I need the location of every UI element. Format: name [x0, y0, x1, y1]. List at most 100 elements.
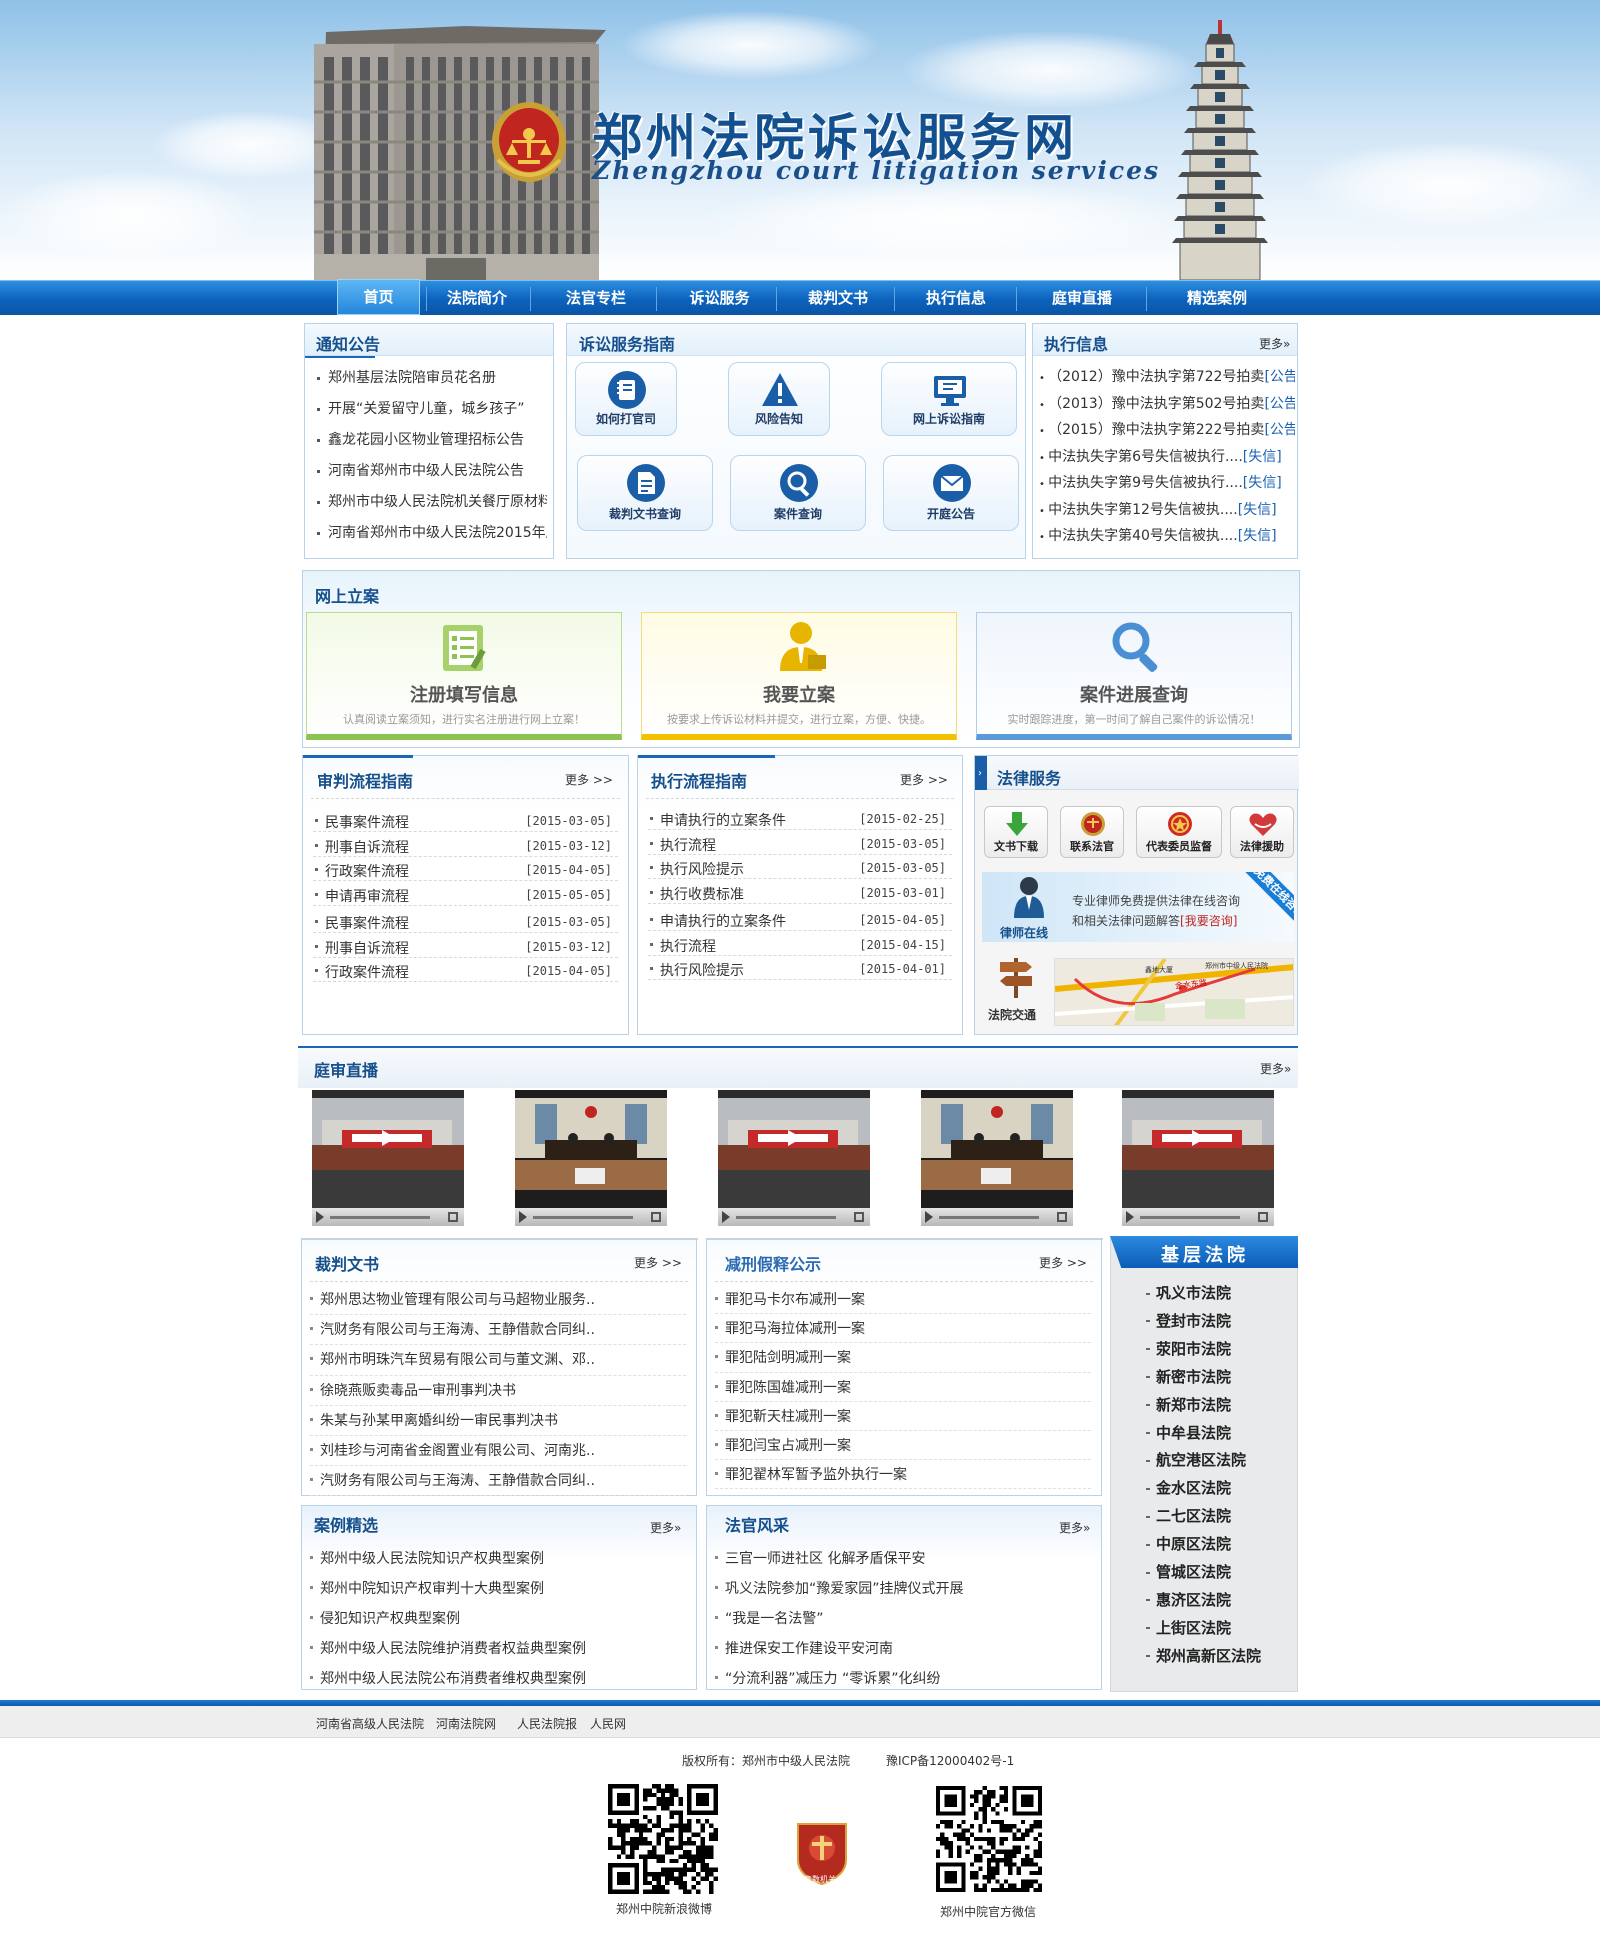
video-controls-bar[interactable]	[921, 1208, 1073, 1226]
list-item[interactable]: 郑州中级人民法院知识产权典型案例	[310, 1546, 686, 1574]
nav-item-execution[interactable]: 执行信息	[895, 281, 1017, 316]
list-item[interactable]: • 中法执失字第12号失信被执....[失信]	[1039, 499, 1295, 519]
judge-style-more-link[interactable]: 更多»	[1059, 1519, 1090, 1536]
exec-process-more-link[interactable]: 更多 >>	[900, 771, 948, 788]
list-item[interactable]: 执行流程 [2015-04-15]	[648, 932, 952, 956]
play-icon[interactable]	[1126, 1211, 1134, 1223]
footer-link[interactable]: 人民法院报	[517, 1715, 577, 1732]
footer-link[interactable]: 人民网	[590, 1715, 626, 1732]
judgment-search-button[interactable]: 裁判文书查询	[577, 455, 713, 531]
list-item[interactable]: 罪犯马海拉体减刑一案	[715, 1316, 1091, 1344]
list-item[interactable]: 徐晓燕贩卖毒品一审刑事判决书	[310, 1378, 686, 1406]
list-item[interactable]: 行政案件流程 [2015-04-05]	[313, 958, 618, 982]
list-item[interactable]: 郑州中级人民法院维护消费者权益典型案例	[310, 1636, 686, 1664]
base-court-item[interactable]: 荥阳市法院	[1146, 1338, 1231, 1359]
fullscreen-icon[interactable]	[448, 1212, 458, 1222]
base-court-item[interactable]: 中原区法院	[1146, 1533, 1231, 1554]
list-item[interactable]: 汽财务有限公司与王海涛、王静借款合同纠..	[310, 1317, 686, 1346]
cases-more-link[interactable]: 更多»	[650, 1519, 681, 1536]
list-item[interactable]: 鑫龙花园小区物业管理招标公告	[317, 429, 547, 449]
base-court-item[interactable]: 惠济区法院	[1146, 1589, 1231, 1610]
base-court-item[interactable]: 二七区法院	[1146, 1505, 1231, 1526]
list-item[interactable]: 罪犯靳天柱减刑一案	[715, 1404, 1091, 1431]
how-to-sue-button[interactable]: 如何打官司	[575, 362, 677, 436]
list-item[interactable]: 侵犯知识产权典型案例	[310, 1606, 686, 1634]
live-video-thumbnail[interactable]	[312, 1090, 464, 1226]
play-icon[interactable]	[925, 1211, 933, 1223]
consult-link[interactable]: [我要咨询]	[1180, 914, 1237, 928]
play-icon[interactable]	[519, 1211, 527, 1223]
play-icon[interactable]	[722, 1211, 730, 1223]
list-item[interactable]: 申请再审流程 [2015-05-05]	[313, 882, 618, 906]
case-progress-card[interactable]: 案件进展查询 实时跟踪进度，第一时间了解自己案件的诉讼情况！	[976, 612, 1292, 740]
list-item[interactable]: 朱某与孙某甲离婚纠纷一审民事判决书	[310, 1408, 686, 1436]
footer-link[interactable]: 河南省高级人民法院	[316, 1715, 424, 1732]
execution-info-more-link[interactable]: 更多»	[1259, 335, 1290, 352]
nav-item-judges[interactable]: 法官专栏	[531, 281, 661, 316]
fullscreen-icon[interactable]	[651, 1212, 661, 1222]
base-court-item[interactable]: 航空港区法院	[1146, 1449, 1246, 1470]
progress-track[interactable]	[533, 1216, 633, 1219]
list-item[interactable]: 罪犯陈国雄减刑一案	[715, 1375, 1091, 1402]
list-item[interactable]: 执行风险提示 [2015-04-01]	[648, 956, 952, 980]
trial-process-more-link[interactable]: 更多 >>	[565, 771, 613, 788]
nav-item-judgments[interactable]: 裁判文书	[777, 281, 899, 316]
live-more-link[interactable]: 更多»	[1260, 1060, 1291, 1077]
list-item[interactable]: 罪犯陆剑明减刑一案	[715, 1345, 1091, 1373]
list-item[interactable]: 河南省郑州市中级人民法院公告	[317, 460, 547, 480]
list-item[interactable]: 刑事自诉流程 [2015-03-12]	[313, 934, 618, 958]
list-item[interactable]: • （2013）豫中法执字第502号拍卖[公告]	[1039, 393, 1295, 413]
list-item[interactable]: • 中法执失字第40号失信被执....[失信]	[1039, 525, 1295, 545]
base-court-item[interactable]: 巩义市法院	[1146, 1282, 1231, 1303]
fullscreen-icon[interactable]	[854, 1212, 864, 1222]
list-item[interactable]: 郑州市中级人民法院机关餐厅原材料	[317, 491, 547, 511]
progress-track[interactable]	[939, 1216, 1039, 1219]
list-item[interactable]: 汽财务有限公司与王海涛、王静借款合同纠..	[310, 1468, 686, 1497]
base-court-item[interactable]: 郑州高新区法院	[1146, 1645, 1261, 1666]
nav-item-home[interactable]: 首页	[337, 279, 420, 315]
parole-more-link[interactable]: 更多 >>	[1039, 1254, 1087, 1271]
supervision-button[interactable]: 代表委员监督	[1136, 806, 1222, 858]
register-card[interactable]: 注册填写信息 认真阅读立案须知，进行实名注册进行网上立案！	[306, 612, 622, 740]
footer-link[interactable]: 河南法院网	[436, 1715, 496, 1732]
live-video-thumbnail[interactable]	[1122, 1090, 1274, 1226]
base-court-item[interactable]: 登封市法院	[1146, 1310, 1231, 1331]
list-item[interactable]: • （2015）豫中法执字第222号拍卖[公告]	[1039, 419, 1295, 439]
list-item[interactable]: 申请执行的立案条件 [2015-02-25]	[648, 806, 952, 830]
list-item[interactable]: 民事案件流程 [2015-03-05]	[313, 808, 618, 832]
video-controls-bar[interactable]	[312, 1208, 464, 1226]
list-item[interactable]: 三官一师进社区 化解矛盾保平安	[715, 1546, 1091, 1574]
list-item[interactable]: “分流利器”减压力 “零诉累”化纠纷	[715, 1666, 1091, 1694]
nav-item-about[interactable]: 法院简介	[427, 281, 527, 316]
legal-aid-button[interactable]: 法律援助	[1230, 806, 1294, 858]
list-item[interactable]: 河南省郑州市中级人民法院2015年度	[317, 522, 547, 542]
base-court-item[interactable]: 新郑市法院	[1146, 1394, 1231, 1415]
list-item[interactable]: • （2012）豫中法执字第722号拍卖[公告]	[1039, 366, 1295, 386]
list-item[interactable]: 开展“关爱留守儿童，城乡孩子”	[317, 398, 547, 418]
contact-judge-button[interactable]: 联系法官	[1060, 806, 1124, 858]
video-controls-bar[interactable]	[718, 1208, 870, 1226]
hearing-notice-button[interactable]: 开庭公告	[883, 455, 1019, 531]
list-item[interactable]: 郑州中级人民法院公布消费者维权典型案例	[310, 1666, 686, 1694]
progress-track[interactable]	[736, 1216, 836, 1219]
list-item[interactable]: 巩义法院参加“豫爱家园”挂牌仪式开展	[715, 1576, 1091, 1604]
list-item[interactable]: 郑州中院知识产权审判十大典型案例	[310, 1576, 686, 1604]
list-item[interactable]: 刑事自诉流程 [2015-03-12]	[313, 833, 618, 857]
list-item[interactable]: 罪犯闫宝占减刑一案	[715, 1433, 1091, 1461]
base-court-item[interactable]: 金水区法院	[1146, 1477, 1231, 1498]
list-item[interactable]: 执行收费标准 [2015-03-01]	[648, 880, 952, 904]
video-controls-bar[interactable]	[1122, 1208, 1274, 1226]
nav-item-cases[interactable]: 精选案例	[1147, 281, 1287, 316]
list-item[interactable]: 郑州市明珠汽车贸易有限公司与董文渊、邓..	[310, 1347, 686, 1376]
play-icon[interactable]	[316, 1211, 324, 1223]
list-item[interactable]: 罪犯翟林军暂予监外执行一案	[715, 1462, 1091, 1490]
list-item[interactable]: 郑州思达物业管理有限公司与马超物业服务..	[310, 1287, 686, 1316]
case-search-button[interactable]: 案件查询	[730, 455, 866, 531]
live-video-thumbnail[interactable]	[515, 1090, 667, 1226]
list-item[interactable]: “我是一名法警”	[715, 1606, 1091, 1634]
progress-track[interactable]	[1140, 1216, 1240, 1219]
base-court-item[interactable]: 中牟县法院	[1146, 1422, 1231, 1443]
list-item[interactable]: 推进保安工作建设平安河南	[715, 1636, 1091, 1664]
risk-notice-button[interactable]: 风险告知	[728, 362, 830, 436]
list-item[interactable]: • 中法执失字第9号失信被执行....[失信]	[1039, 472, 1295, 492]
